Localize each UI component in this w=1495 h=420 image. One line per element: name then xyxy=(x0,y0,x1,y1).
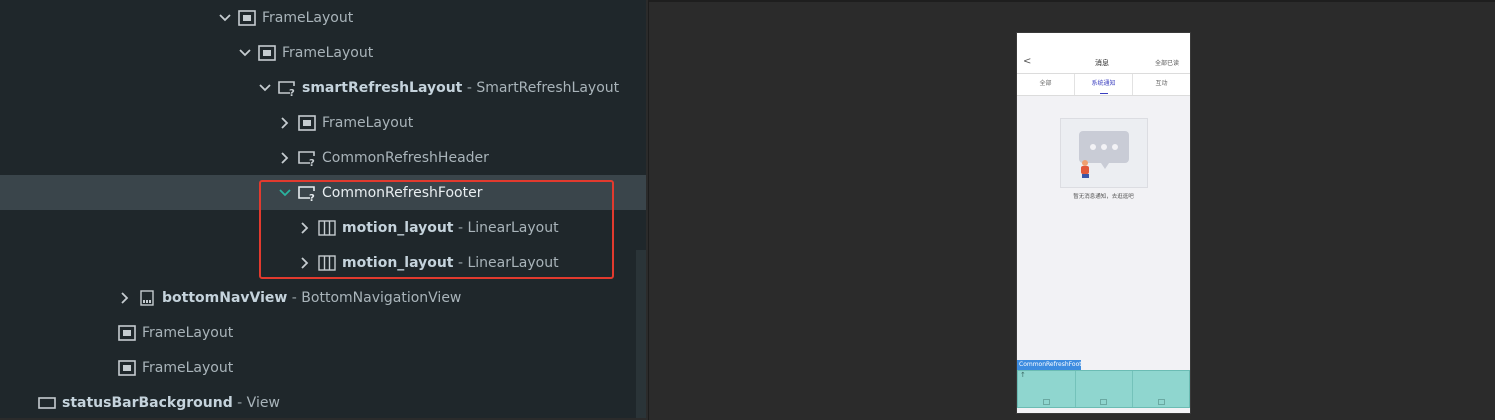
tree-row-framelayout[interactable]: FrameLayout xyxy=(0,0,646,35)
tab-system-notice[interactable]: 系统通知 xyxy=(1075,74,1133,95)
chevron-right-icon[interactable] xyxy=(278,116,292,130)
column-divider xyxy=(1132,371,1133,407)
unknown-view-icon: ? xyxy=(278,80,296,96)
tree-row-separator: - xyxy=(287,289,302,306)
tree-row-type: FrameLayout xyxy=(322,114,414,131)
chevron-right-icon[interactable] xyxy=(118,291,132,305)
tree-row-framelayout[interactable]: FrameLayout xyxy=(0,350,646,385)
svg-text:?: ? xyxy=(289,88,295,96)
nav-item-icon xyxy=(1100,399,1107,405)
tree-row-id: bottomNavView xyxy=(162,289,288,306)
tree-row-type: SmartRefreshLayout xyxy=(476,79,620,96)
tree-row-separator: - xyxy=(462,79,477,96)
bottom-nav-icon xyxy=(138,289,156,306)
tree-row-framelayout[interactable]: FrameLayout xyxy=(0,315,646,350)
selection-highlight-box xyxy=(259,180,614,279)
frame-layout-icon xyxy=(118,324,136,341)
frame-layout-icon xyxy=(298,114,316,131)
chevron-down-icon[interactable] xyxy=(258,81,272,95)
toolbar-action[interactable]: 全部已读 xyxy=(1155,58,1179,67)
tree-row-type: FrameLayout xyxy=(142,359,234,376)
device-preview[interactable]: < 消息 全部已读 全部 系统通知 互动 暂无消息通知，去逛逛吧 xyxy=(1017,33,1190,413)
svg-text:?: ? xyxy=(309,158,315,166)
tab-all[interactable]: 全部 xyxy=(1017,74,1075,95)
empty-state-text: 暂无消息通知，去逛逛吧 xyxy=(1073,194,1134,200)
tab-interaction[interactable]: 互动 xyxy=(1133,74,1190,95)
chevron-down-icon[interactable] xyxy=(238,46,252,60)
nav-item-icon xyxy=(1158,399,1165,405)
tree-row-commonrefreshheader[interactable]: ? CommonRefreshHeader xyxy=(0,140,646,175)
tree-row-separator: - xyxy=(232,394,247,411)
unknown-view-icon: ? xyxy=(298,150,316,166)
tree-row-type: FrameLayout xyxy=(142,324,234,341)
tree-row-type: CommonRefreshHeader xyxy=(322,149,489,166)
nav-item-icon xyxy=(1043,399,1050,405)
empty-state-illustration xyxy=(1060,118,1148,188)
tree-row-smartrefreshlayout[interactable]: ? smartRefreshLayout - SmartRefreshLayou… xyxy=(0,70,646,105)
toolbar-title: 消息 xyxy=(1095,59,1109,67)
tree-row-framelayout[interactable]: FrameLayout xyxy=(0,35,646,70)
tree-scrollbar[interactable] xyxy=(636,250,646,418)
tree-row-type: View xyxy=(246,394,280,411)
status-bar xyxy=(1017,33,1190,53)
tree-row-id: smartRefreshLayout xyxy=(302,79,463,96)
footer-overlay[interactable]: ↑ xyxy=(1017,370,1190,408)
tree-row-type: FrameLayout xyxy=(262,9,354,26)
frame-layout-icon xyxy=(118,359,136,376)
back-icon[interactable]: < xyxy=(1023,56,1031,67)
footer-component-label: CommonRefreshFooter xyxy=(1017,360,1081,370)
tree-row-framelayout[interactable]: FrameLayout xyxy=(0,105,646,140)
frame-layout-icon xyxy=(238,9,256,26)
column-divider xyxy=(1075,371,1076,407)
tree-row-type: FrameLayout xyxy=(282,44,374,61)
frame-layout-icon xyxy=(258,44,276,61)
tab-bar: 全部 系统通知 互动 xyxy=(1017,74,1190,96)
chevron-right-icon[interactable] xyxy=(278,151,292,165)
tree-row-statusbarbackground[interactable]: statusBarBackground - View xyxy=(0,385,646,418)
chat-bubble-icon xyxy=(1079,131,1129,178)
app-toolbar: < 消息 全部已读 xyxy=(1017,53,1190,74)
tree-row-id: statusBarBackground xyxy=(62,394,233,411)
tree-row-type: BottomNavigationView xyxy=(301,289,462,306)
view-icon xyxy=(38,395,56,411)
chevron-down-icon[interactable] xyxy=(218,11,232,25)
arrow-up-icon: ↑ xyxy=(1020,371,1026,379)
tree-row-bottomnavview[interactable]: bottomNavView - BottomNavigationView xyxy=(0,280,646,315)
